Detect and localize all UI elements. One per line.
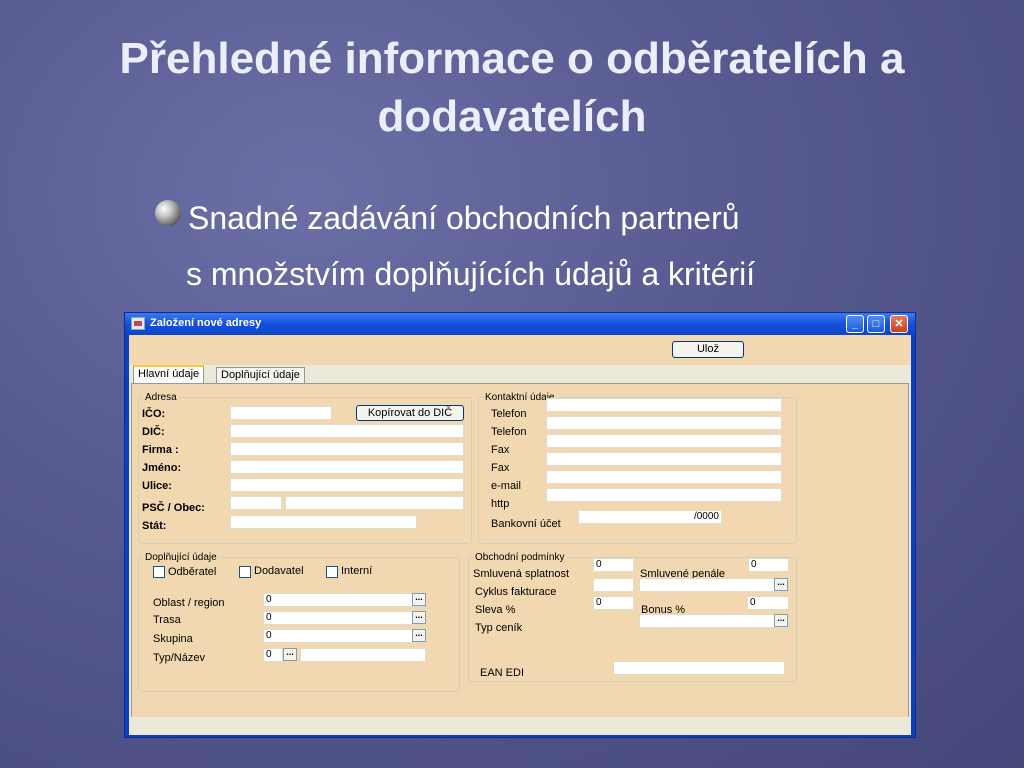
phone-input-2[interactable]: [546, 416, 782, 430]
address-legend: Adresa: [145, 392, 177, 403]
http-label: http: [491, 498, 510, 510]
jmeno-label: Jméno:: [142, 462, 182, 474]
save-button[interactable]: Ulož: [672, 341, 744, 358]
window-client: Ulož Hlavní údaje Doplňující údaje Adres…: [129, 335, 911, 735]
window-title: Založení nové adresy: [150, 317, 262, 329]
email-input[interactable]: [546, 470, 782, 484]
psc-input[interactable]: [230, 496, 282, 510]
lookup-dots-icon[interactable]: ...: [412, 611, 426, 624]
oblast-label: Oblast / region: [153, 597, 225, 609]
sleva-label: Sleva %: [475, 604, 516, 616]
bank-account-label: Bankovní účet: [491, 518, 561, 530]
jmeno-input[interactable]: [230, 460, 464, 474]
bank-account-input[interactable]: /0000: [578, 510, 722, 524]
ulice-input[interactable]: [230, 478, 464, 492]
lookup-dots-icon[interactable]: ...: [774, 614, 788, 627]
phone-input-1[interactable]: [546, 398, 782, 412]
checkbox-dodavatel-label: Dodavatel: [254, 565, 304, 577]
ico-input[interactable]: [230, 406, 332, 420]
typ-input[interactable]: 0: [263, 648, 283, 662]
minimize-icon[interactable]: _: [846, 315, 864, 333]
close-icon[interactable]: ✕: [890, 315, 908, 333]
app-window: Založení nové adresy _ □ ✕ Ulož Hlavní ú…: [124, 312, 916, 738]
ulice-label: Ulice:: [142, 480, 172, 492]
slide-title: Přehledné informace o odběratelích a dod…: [0, 30, 1024, 146]
fax-input-1[interactable]: [546, 434, 782, 448]
window-titlebar[interactable]: Založení nové adresy _ □ ✕: [125, 313, 915, 335]
bullet-text-line1: Snadné zadávání obchodních partnerů: [188, 200, 740, 236]
nazev-input[interactable]: [300, 648, 426, 662]
typ-cenik-label: Typ ceník: [475, 622, 523, 634]
checkbox-interni-label: Interní: [341, 565, 373, 577]
trasa-label: Trasa: [153, 614, 181, 626]
lookup-dots-icon[interactable]: ...: [774, 578, 788, 591]
phone-label-1: Telefon: [491, 408, 527, 420]
cyklus-label: Cyklus fakturace: [475, 586, 557, 598]
tab-panel: Adresa IČO: Kopírovat do DIČ DIČ: Firma …: [131, 383, 909, 733]
typ-cenik-select[interactable]: [639, 614, 789, 628]
status-area: [129, 717, 911, 735]
typ-nazev-label: Typ/Název: [153, 652, 205, 664]
app-window-icon: [131, 317, 145, 330]
fax-input-2[interactable]: [546, 452, 782, 466]
tab-doplnujici-udaje[interactable]: Doplňující údaje: [216, 367, 305, 383]
bullet-text-line2: s množstvím doplňujících údajů a kritéri…: [186, 256, 756, 292]
bonus-input[interactable]: 0: [747, 596, 789, 610]
skupina-input[interactable]: 0: [263, 629, 425, 643]
checkbox-interni[interactable]: [326, 566, 338, 578]
phone-label-2: Telefon: [491, 426, 527, 438]
email-label: e-mail: [491, 480, 521, 492]
fax-label-2: Fax: [491, 462, 510, 474]
sleva-input[interactable]: 0: [593, 596, 634, 610]
bullet-sphere-icon: [155, 200, 181, 226]
maximize-icon[interactable]: □: [867, 315, 885, 333]
psc-obec-label: PSČ / Obec:: [142, 502, 205, 514]
ico-label: IČO:: [142, 408, 166, 420]
splatnost-label: Smluvená splatnost: [473, 568, 569, 580]
ean-edi-label: EAN EDI: [480, 667, 525, 679]
stat-input[interactable]: [230, 515, 417, 529]
fax-label-1: Fax: [491, 444, 510, 456]
lookup-dots-icon[interactable]: ...: [412, 593, 426, 606]
splatnost-input[interactable]: 0: [593, 558, 634, 572]
http-input[interactable]: [546, 488, 782, 502]
skupina-label: Skupina: [153, 633, 193, 645]
lookup-dots-icon[interactable]: ...: [283, 648, 297, 661]
toolbar: Ulož: [129, 335, 911, 365]
slide-title-line1: Přehledné informace o odběratelích a: [119, 34, 905, 83]
cyklus-select[interactable]: [639, 578, 789, 592]
terms-legend: Obchodní podmínky: [475, 552, 565, 563]
firma-input[interactable]: [230, 442, 464, 456]
penale-input[interactable]: 0: [748, 558, 789, 572]
extra-legend: Doplňující údaje: [145, 552, 217, 563]
cyklus-input[interactable]: [593, 578, 634, 592]
dic-input[interactable]: [230, 424, 464, 438]
copy-to-dic-button[interactable]: Kopírovat do DIČ: [356, 405, 464, 421]
tab-hlavni-udaje[interactable]: Hlavní údaje: [133, 365, 205, 384]
checkbox-dodavatel[interactable]: [239, 566, 251, 578]
checkbox-odberatel[interactable]: [153, 566, 165, 578]
slide-title-line2: dodavatelích: [377, 92, 647, 141]
dic-label: DIČ:: [142, 426, 165, 438]
firma-label: Firma :: [142, 444, 179, 456]
lookup-dots-icon[interactable]: ...: [412, 629, 426, 642]
ean-edi-input[interactable]: [613, 661, 785, 675]
oblast-input[interactable]: 0: [263, 593, 425, 607]
trasa-input[interactable]: 0: [263, 611, 425, 625]
obec-input[interactable]: [285, 496, 464, 510]
stat-label: Stát:: [142, 520, 167, 532]
checkbox-odberatel-label: Odběratel: [168, 566, 217, 578]
